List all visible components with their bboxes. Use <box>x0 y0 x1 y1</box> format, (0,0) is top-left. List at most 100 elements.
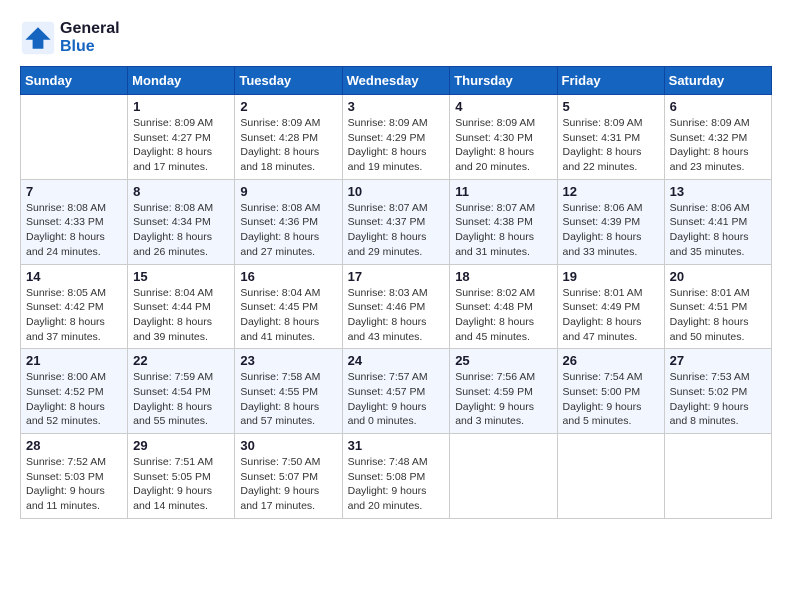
calendar-cell: 12 Sunrise: 8:06 AM Sunset: 4:39 PM Dayli… <box>557 179 664 264</box>
calendar-cell: 21 Sunrise: 8:00 AM Sunset: 4:52 PM Dayli… <box>21 349 128 434</box>
day-number: 28 <box>26 438 122 453</box>
day-info: Sunrise: 8:05 AM Sunset: 4:42 PM Dayligh… <box>26 286 122 345</box>
day-info: Sunrise: 7:58 AM Sunset: 4:55 PM Dayligh… <box>240 370 336 429</box>
calendar-cell: 25 Sunrise: 7:56 AM Sunset: 4:59 PM Dayli… <box>450 349 557 434</box>
calendar-cell: 5 Sunrise: 8:09 AM Sunset: 4:31 PM Daylig… <box>557 95 664 180</box>
day-number: 13 <box>670 184 766 199</box>
calendar-cell: 1 Sunrise: 8:09 AM Sunset: 4:27 PM Daylig… <box>128 95 235 180</box>
dow-saturday: Saturday <box>664 67 771 95</box>
calendar-cell: 29 Sunrise: 7:51 AM Sunset: 5:05 PM Dayli… <box>128 434 235 519</box>
week-row-5: 28 Sunrise: 7:52 AM Sunset: 5:03 PM Dayli… <box>21 434 772 519</box>
dow-friday: Friday <box>557 67 664 95</box>
calendar-cell: 31 Sunrise: 7:48 AM Sunset: 5:08 PM Dayli… <box>342 434 450 519</box>
day-number: 19 <box>563 269 659 284</box>
calendar-cell: 7 Sunrise: 8:08 AM Sunset: 4:33 PM Daylig… <box>21 179 128 264</box>
dow-wednesday: Wednesday <box>342 67 450 95</box>
calendar-cell: 2Sunrise: 8:09 AM Sunset: 4:28 PM Daylig… <box>235 95 342 180</box>
logo-text: General Blue <box>60 20 120 56</box>
dow-sunday: Sunday <box>21 67 128 95</box>
calendar-cell: 27Sunrise: 7:53 AM Sunset: 5:02 PM Dayli… <box>664 349 771 434</box>
day-number: 3 <box>348 99 445 114</box>
logo: General Blue <box>20 20 120 56</box>
day-number: 15 <box>133 269 229 284</box>
calendar-cell: 22 Sunrise: 7:59 AM Sunset: 4:54 PM Dayli… <box>128 349 235 434</box>
calendar-table: SundayMondayTuesdayWednesdayThursdayFrid… <box>20 66 772 519</box>
day-info: Sunrise: 8:03 AM Sunset: 4:46 PM Dayligh… <box>348 286 445 345</box>
day-number: 23 <box>240 353 336 368</box>
day-number: 31 <box>348 438 445 453</box>
day-number: 26 <box>563 353 659 368</box>
dow-monday: Monday <box>128 67 235 95</box>
day-of-week-header: SundayMondayTuesdayWednesdayThursdayFrid… <box>21 67 772 95</box>
day-info: Sunrise: 7:50 AM Sunset: 5:07 PM Dayligh… <box>240 455 336 514</box>
day-info: Sunrise: 8:09 AM Sunset: 4:30 PM Dayligh… <box>455 116 551 175</box>
day-info: Sunrise: 8:00 AM Sunset: 4:52 PM Dayligh… <box>26 370 122 429</box>
day-info: Sunrise: 7:52 AM Sunset: 5:03 PM Dayligh… <box>26 455 122 514</box>
day-number: 16 <box>240 269 336 284</box>
calendar-cell <box>557 434 664 519</box>
day-info: Sunrise: 8:07 AM Sunset: 4:38 PM Dayligh… <box>455 201 551 260</box>
day-info: Sunrise: 8:01 AM Sunset: 4:51 PM Dayligh… <box>670 286 766 345</box>
calendar-cell: 28 Sunrise: 7:52 AM Sunset: 5:03 PM Dayli… <box>21 434 128 519</box>
day-info: Sunrise: 7:59 AM Sunset: 4:54 PM Dayligh… <box>133 370 229 429</box>
day-info: Sunrise: 8:09 AM Sunset: 4:32 PM Dayligh… <box>670 116 766 175</box>
day-info: Sunrise: 7:54 AM Sunset: 5:00 PM Dayligh… <box>563 370 659 429</box>
week-row-4: 21 Sunrise: 8:00 AM Sunset: 4:52 PM Dayli… <box>21 349 772 434</box>
calendar-cell: 8 Sunrise: 8:08 AM Sunset: 4:34 PM Daylig… <box>128 179 235 264</box>
day-info: Sunrise: 8:04 AM Sunset: 4:45 PM Dayligh… <box>240 286 336 345</box>
calendar-cell: 30 Sunrise: 7:50 AM Sunset: 5:07 PM Dayli… <box>235 434 342 519</box>
week-row-1: 1 Sunrise: 8:09 AM Sunset: 4:27 PM Daylig… <box>21 95 772 180</box>
day-info: Sunrise: 8:09 AM Sunset: 4:29 PM Dayligh… <box>348 116 445 175</box>
day-info: Sunrise: 7:51 AM Sunset: 5:05 PM Dayligh… <box>133 455 229 514</box>
day-number: 5 <box>563 99 659 114</box>
day-info: Sunrise: 8:04 AM Sunset: 4:44 PM Dayligh… <box>133 286 229 345</box>
day-info: Sunrise: 8:08 AM Sunset: 4:33 PM Dayligh… <box>26 201 122 260</box>
calendar-cell: 3 Sunrise: 8:09 AM Sunset: 4:29 PM Daylig… <box>342 95 450 180</box>
day-number: 12 <box>563 184 659 199</box>
day-number: 29 <box>133 438 229 453</box>
page-header: General Blue <box>20 20 772 56</box>
day-info: Sunrise: 7:56 AM Sunset: 4:59 PM Dayligh… <box>455 370 551 429</box>
day-info: Sunrise: 8:09 AM Sunset: 4:28 PM Dayligh… <box>240 116 336 175</box>
day-info: Sunrise: 8:01 AM Sunset: 4:49 PM Dayligh… <box>563 286 659 345</box>
calendar-cell: 14 Sunrise: 8:05 AM Sunset: 4:42 PM Dayli… <box>21 264 128 349</box>
calendar-cell: 11 Sunrise: 8:07 AM Sunset: 4:38 PM Dayli… <box>450 179 557 264</box>
day-number: 6 <box>670 99 766 114</box>
day-number: 18 <box>455 269 551 284</box>
logo-icon <box>20 20 56 56</box>
calendar-cell: 19 Sunrise: 8:01 AM Sunset: 4:49 PM Dayli… <box>557 264 664 349</box>
day-info: Sunrise: 8:09 AM Sunset: 4:31 PM Dayligh… <box>563 116 659 175</box>
calendar-cell: 6 Sunrise: 8:09 AM Sunset: 4:32 PM Daylig… <box>664 95 771 180</box>
calendar-cell: 16 Sunrise: 8:04 AM Sunset: 4:45 PM Dayli… <box>235 264 342 349</box>
calendar-cell: 15 Sunrise: 8:04 AM Sunset: 4:44 PM Dayli… <box>128 264 235 349</box>
day-info: Sunrise: 8:08 AM Sunset: 4:36 PM Dayligh… <box>240 201 336 260</box>
calendar-cell: 18 Sunrise: 8:02 AM Sunset: 4:48 PM Dayli… <box>450 264 557 349</box>
day-number: 17 <box>348 269 445 284</box>
dow-tuesday: Tuesday <box>235 67 342 95</box>
day-number: 1 <box>133 99 229 114</box>
calendar-cell <box>21 95 128 180</box>
day-info: Sunrise: 8:02 AM Sunset: 4:48 PM Dayligh… <box>455 286 551 345</box>
calendar-cell <box>664 434 771 519</box>
day-info: Sunrise: 7:57 AM Sunset: 4:57 PM Dayligh… <box>348 370 445 429</box>
day-info: Sunrise: 8:09 AM Sunset: 4:27 PM Dayligh… <box>133 116 229 175</box>
day-info: Sunrise: 7:53 AM Sunset: 5:02 PM Dayligh… <box>670 370 766 429</box>
day-info: Sunrise: 8:06 AM Sunset: 4:39 PM Dayligh… <box>563 201 659 260</box>
day-number: 14 <box>26 269 122 284</box>
calendar-cell: 4Sunrise: 8:09 AM Sunset: 4:30 PM Daylig… <box>450 95 557 180</box>
day-number: 7 <box>26 184 122 199</box>
day-number: 22 <box>133 353 229 368</box>
day-number: 8 <box>133 184 229 199</box>
day-number: 30 <box>240 438 336 453</box>
day-number: 11 <box>455 184 551 199</box>
day-info: Sunrise: 8:08 AM Sunset: 4:34 PM Dayligh… <box>133 201 229 260</box>
day-info: Sunrise: 7:48 AM Sunset: 5:08 PM Dayligh… <box>348 455 445 514</box>
day-number: 21 <box>26 353 122 368</box>
week-row-2: 7 Sunrise: 8:08 AM Sunset: 4:33 PM Daylig… <box>21 179 772 264</box>
day-info: Sunrise: 8:06 AM Sunset: 4:41 PM Dayligh… <box>670 201 766 260</box>
calendar-cell: 13 Sunrise: 8:06 AM Sunset: 4:41 PM Dayli… <box>664 179 771 264</box>
week-row-3: 14 Sunrise: 8:05 AM Sunset: 4:42 PM Dayli… <box>21 264 772 349</box>
day-number: 25 <box>455 353 551 368</box>
day-info: Sunrise: 8:07 AM Sunset: 4:37 PM Dayligh… <box>348 201 445 260</box>
day-number: 24 <box>348 353 445 368</box>
